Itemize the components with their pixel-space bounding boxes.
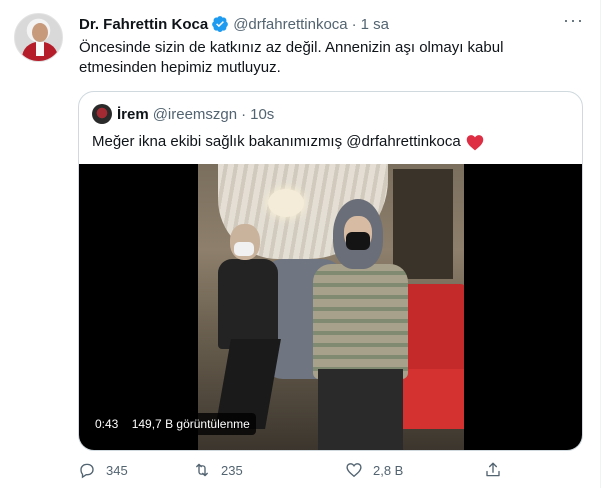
verified-badge-icon bbox=[212, 16, 229, 32]
author-avatar[interactable] bbox=[14, 13, 63, 62]
retweet-icon bbox=[196, 463, 208, 477]
video-player[interactable]: 0:43 149,7 B görüntülenme bbox=[79, 164, 582, 450]
video-scene-woman-mask bbox=[346, 232, 370, 250]
reply-icon bbox=[80, 463, 94, 479]
quoted-tweet[interactable]: İrem @ireemszgn · 10s Meğer ikna ekibi s… bbox=[78, 91, 583, 451]
share-button[interactable] bbox=[484, 460, 502, 480]
video-scene-man-mask bbox=[234, 242, 254, 256]
tweet-timestamp[interactable]: 1 sa bbox=[361, 16, 389, 33]
like-button[interactable]: 2,8 B bbox=[345, 460, 403, 480]
video-scene-lamp bbox=[268, 189, 304, 217]
quoted-author-avatar bbox=[92, 104, 112, 124]
quoted-tweet-timestamp: 10s bbox=[250, 105, 275, 123]
retweet-count: 235 bbox=[221, 462, 243, 478]
video-scene-woman bbox=[313, 264, 408, 379]
author-handle[interactable]: @drfahrettinkoca bbox=[233, 16, 347, 33]
like-heart-icon bbox=[346, 463, 362, 478]
quoted-tweet-header: İrem @ireemszgn · 10s bbox=[92, 104, 274, 124]
retweet-button[interactable]: 235 bbox=[193, 460, 243, 480]
more-options-icon[interactable]: ··· bbox=[563, 11, 583, 34]
tweet-text: Öncesinde sizin de katkınız az değil. An… bbox=[79, 39, 504, 76]
reply-count: 345 bbox=[106, 462, 128, 478]
tweet-actions-bar: 345 235 2,8 B bbox=[78, 460, 548, 480]
red-heart-icon bbox=[466, 134, 483, 150]
video-view-count: 149,7 B görüntülenme bbox=[131, 417, 250, 431]
video-info-badge: 0:43 149,7 B görüntülenme bbox=[89, 413, 256, 435]
quoted-header-separator: · bbox=[241, 105, 247, 123]
video-scene-window bbox=[393, 169, 453, 279]
quoted-author-handle: @ireemszgn bbox=[152, 105, 238, 123]
share-icon bbox=[486, 462, 500, 477]
video-duration: 0:43 bbox=[95, 417, 119, 431]
avatar-face bbox=[32, 23, 48, 42]
avatar-shirt bbox=[36, 42, 44, 56]
like-count: 2,8 B bbox=[373, 462, 404, 478]
header-separator: · bbox=[351, 15, 357, 33]
quoted-tweet-text-line: Meğer ikna ekibi sağlık bakanımızmış @dr… bbox=[92, 132, 484, 152]
author-name[interactable]: Dr. Fahrettin Koca bbox=[79, 16, 208, 33]
quoted-tweet-text: Meğer ikna ekibi sağlık bakanımızmış @dr… bbox=[92, 133, 461, 150]
quoted-author-name: İrem bbox=[117, 105, 149, 123]
tweet-header: Dr. Fahrettin Koca @drfahrettinkoca · 1 … bbox=[79, 13, 389, 35]
video-scene-woman-legs bbox=[318, 369, 403, 450]
reply-button[interactable]: 345 bbox=[78, 460, 128, 480]
tweet-card[interactable]: Dr. Fahrettin Koca @drfahrettinkoca · 1 … bbox=[0, 0, 601, 488]
video-frame bbox=[198, 164, 464, 450]
video-scene-man bbox=[218, 259, 278, 349]
